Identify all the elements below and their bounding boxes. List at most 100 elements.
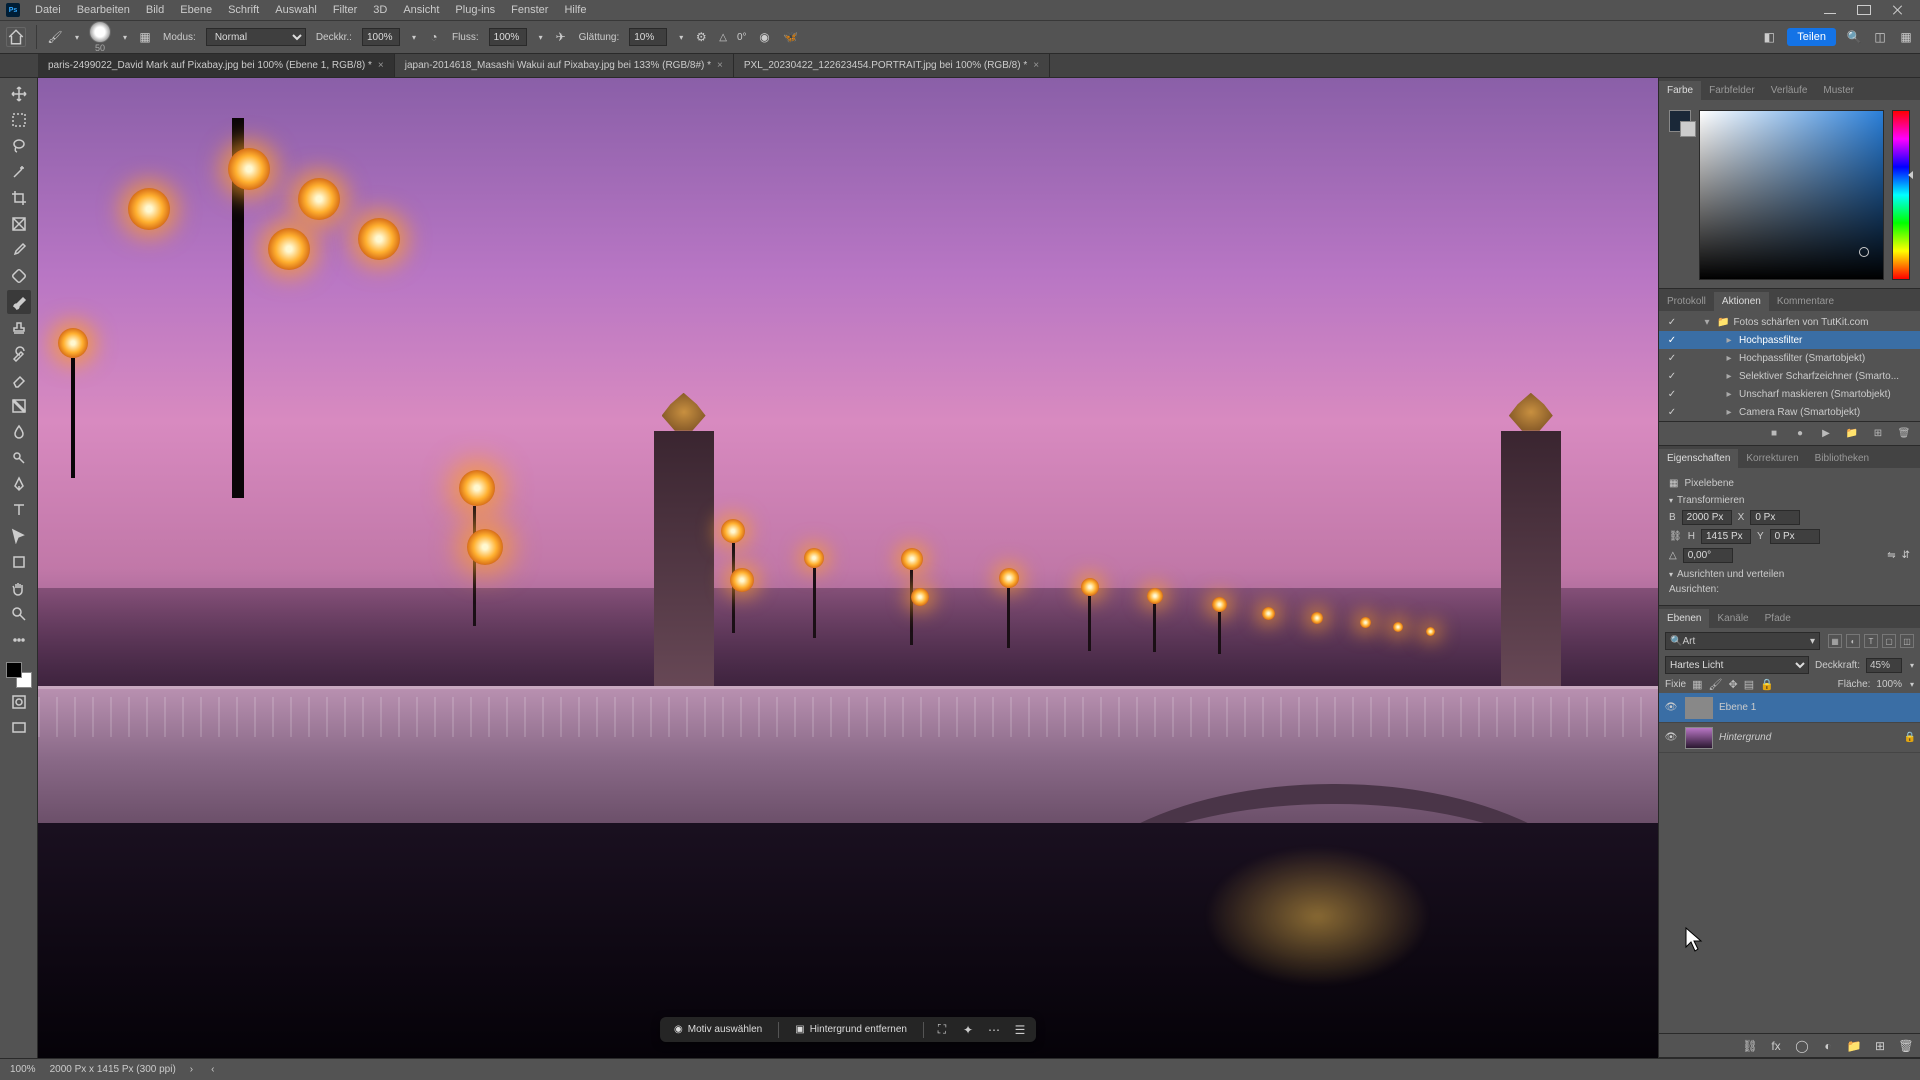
opacity-dropdown[interactable]: ▾ bbox=[412, 33, 416, 42]
play-icon[interactable]: ▶ bbox=[1818, 426, 1834, 442]
smoothing-dropdown[interactable]: ▾ bbox=[679, 33, 683, 42]
link-icon[interactable]: ⛓ bbox=[1669, 531, 1682, 542]
action-item[interactable]: ✓▸ Unscharf maskieren (Smartobjekt) bbox=[1659, 385, 1920, 403]
menu-hilfe[interactable]: Hilfe bbox=[557, 2, 593, 18]
tab-pfade[interactable]: Pfade bbox=[1757, 609, 1799, 628]
eyedropper-tool[interactable] bbox=[7, 238, 31, 262]
search-icon[interactable]: 🔍 bbox=[1846, 29, 1862, 45]
tab-aktionen[interactable]: Aktionen bbox=[1714, 292, 1769, 311]
trash-icon[interactable]: 🗑 bbox=[1896, 426, 1912, 442]
layer-opacity[interactable]: 45% bbox=[1866, 658, 1902, 673]
lock-all-icon[interactable]: 🔒 bbox=[1760, 678, 1774, 691]
close-tab-icon[interactable]: × bbox=[1033, 60, 1039, 71]
menu-schrift[interactable]: Schrift bbox=[221, 2, 266, 18]
filter-type-icon[interactable]: T bbox=[1864, 634, 1878, 648]
blur-tool[interactable] bbox=[7, 420, 31, 444]
tool-preset-dropdown[interactable]: ▾ bbox=[75, 33, 79, 42]
transform-icon[interactable]: ⛶ bbox=[934, 1022, 950, 1038]
menu-fenster[interactable]: Fenster bbox=[504, 2, 555, 18]
fill-dd[interactable]: ▾ bbox=[1910, 680, 1914, 689]
tab-muster[interactable]: Muster bbox=[1815, 81, 1862, 100]
menu-datei[interactable]: Datei bbox=[28, 2, 68, 18]
align-section[interactable]: ▾Ausrichten und verteilen bbox=[1669, 569, 1910, 580]
transform-section[interactable]: ▾Transformieren bbox=[1669, 495, 1910, 506]
visibility-icon[interactable]: 👁 bbox=[1663, 732, 1679, 743]
check-icon[interactable]: ✓ bbox=[1665, 317, 1679, 328]
shape-tool[interactable] bbox=[7, 550, 31, 574]
x-field[interactable]: 0 Px bbox=[1750, 510, 1800, 525]
opacity-value[interactable]: 100% bbox=[362, 28, 400, 46]
stop-icon[interactable]: ■ bbox=[1766, 426, 1782, 442]
layer-row[interactable]: 👁 Ebene 1 bbox=[1659, 693, 1920, 723]
blend-mode-select[interactable]: Normal bbox=[206, 28, 306, 46]
tab-ebenen[interactable]: Ebenen bbox=[1659, 609, 1709, 628]
move-tool[interactable] bbox=[7, 82, 31, 106]
record-icon[interactable]: ● bbox=[1792, 426, 1808, 442]
doc-tab-2[interactable]: japan-2014618_Masashi Wakui auf Pixabay.… bbox=[395, 54, 734, 77]
flow-dropdown[interactable]: ▾ bbox=[539, 33, 543, 42]
flow-value[interactable]: 100% bbox=[489, 28, 527, 46]
menu-3d[interactable]: 3D bbox=[366, 2, 394, 18]
link-layers-icon[interactable]: ⛓ bbox=[1742, 1038, 1758, 1054]
smoothing-value[interactable]: 10% bbox=[629, 28, 667, 46]
action-item[interactable]: ✓▸ Hochpassfilter bbox=[1659, 331, 1920, 349]
layer-blend-select[interactable]: Hartes Licht bbox=[1665, 656, 1809, 674]
eraser-tool[interactable] bbox=[7, 368, 31, 392]
flip-h-icon[interactable]: ⇋ bbox=[1887, 550, 1895, 561]
brush-tool[interactable] bbox=[7, 290, 31, 314]
doc-dimensions[interactable]: 2000 Px x 1415 Px (300 ppi) bbox=[50, 1064, 176, 1075]
angle-field[interactable]: 0,00° bbox=[1683, 548, 1733, 563]
brush-panel-toggle[interactable]: ▦ bbox=[137, 29, 153, 45]
pressure-opacity-icon[interactable]: ◔ bbox=[426, 29, 442, 45]
height-field[interactable]: 1415 Px bbox=[1701, 529, 1751, 544]
quickmask-toggle[interactable] bbox=[7, 690, 31, 714]
fill-value[interactable]: 100% bbox=[1876, 679, 1902, 690]
tab-korrekturen[interactable]: Korrekturen bbox=[1738, 449, 1806, 468]
arrange-icon[interactable]: ▦ bbox=[1898, 29, 1914, 45]
new-action-icon[interactable]: ⊞ bbox=[1870, 426, 1886, 442]
color-picker-field[interactable] bbox=[1699, 110, 1884, 280]
tab-kanale[interactable]: Kanäle bbox=[1709, 609, 1756, 628]
filter-pixel-icon[interactable]: ▦ bbox=[1828, 634, 1842, 648]
heal-tool[interactable] bbox=[7, 264, 31, 288]
fx-icon[interactable]: fx bbox=[1768, 1038, 1784, 1054]
close-tab-icon[interactable]: × bbox=[717, 60, 723, 71]
y-field[interactable]: 0 Px bbox=[1770, 529, 1820, 544]
action-item[interactable]: ✓▸ Selektiver Scharfzeichner (Smarto... bbox=[1659, 367, 1920, 385]
share-button[interactable]: Teilen bbox=[1787, 28, 1836, 46]
opacity-dd[interactable]: ▾ bbox=[1910, 661, 1914, 670]
visibility-icon[interactable]: 👁 bbox=[1663, 702, 1679, 713]
doc-tab-3[interactable]: PXL_20230422_122623454.PORTRAIT.jpg bei … bbox=[734, 54, 1050, 77]
filter-smart-icon[interactable]: ◫ bbox=[1900, 634, 1914, 648]
filter-adjust-icon[interactable]: ◐ bbox=[1846, 634, 1860, 648]
action-item[interactable]: ✓▸ Camera Raw (Smartobjekt) bbox=[1659, 403, 1920, 421]
new-folder-icon[interactable]: 📁 bbox=[1844, 426, 1860, 442]
path-tool[interactable] bbox=[7, 524, 31, 548]
adjustment-icon[interactable]: ◐ bbox=[1820, 1038, 1836, 1054]
layer-thumb[interactable] bbox=[1685, 727, 1713, 749]
hand-tool[interactable] bbox=[7, 576, 31, 600]
gradient-tool[interactable] bbox=[7, 394, 31, 418]
dodge-tool[interactable] bbox=[7, 446, 31, 470]
properties-icon[interactable]: ☰ bbox=[1012, 1022, 1028, 1038]
crop-tool[interactable] bbox=[7, 186, 31, 210]
lock-nest-icon[interactable]: ▤ bbox=[1744, 678, 1754, 691]
menu-ebene[interactable]: Ebene bbox=[173, 2, 219, 18]
layer-thumb[interactable] bbox=[1685, 697, 1713, 719]
lock-paint-icon[interactable]: 🖌 bbox=[1709, 678, 1723, 691]
tab-farbe[interactable]: Farbe bbox=[1659, 81, 1701, 100]
action-folder[interactable]: ✓ ▾📁 Fotos schärfen von TutKit.com bbox=[1659, 313, 1920, 331]
doc-tab-1[interactable]: paris-2499022_David Mark auf Pixabay.jpg… bbox=[38, 54, 395, 77]
zoom-tool[interactable] bbox=[7, 602, 31, 626]
close-tab-icon[interactable]: × bbox=[378, 60, 384, 71]
window-maximize[interactable] bbox=[1856, 4, 1872, 16]
home-button[interactable] bbox=[6, 27, 26, 47]
menu-bearbeiten[interactable]: Bearbeiten bbox=[70, 2, 137, 18]
smoothing-options-icon[interactable]: ⚙ bbox=[693, 29, 709, 45]
tab-protokoll[interactable]: Protokoll bbox=[1659, 292, 1714, 311]
lock-pos-icon[interactable]: ✥ bbox=[1729, 678, 1738, 691]
menu-plugins[interactable]: Plug-ins bbox=[448, 2, 502, 18]
flip-v-icon[interactable]: ⇵ bbox=[1902, 550, 1910, 561]
history-brush-tool[interactable] bbox=[7, 342, 31, 366]
mask-icon[interactable]: ◯ bbox=[1794, 1038, 1810, 1054]
